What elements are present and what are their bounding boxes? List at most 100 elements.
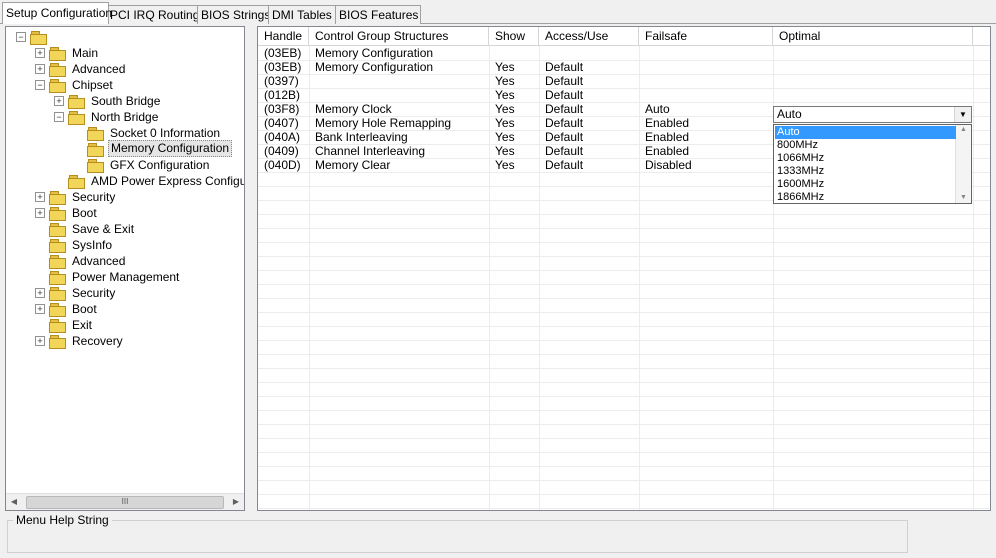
cell-optimal xyxy=(773,88,973,102)
expand-icon[interactable]: + xyxy=(35,48,45,58)
expand-icon[interactable]: + xyxy=(35,208,45,218)
folder-icon xyxy=(49,191,66,205)
col-show-header[interactable]: Show xyxy=(489,27,539,45)
cell-failsafe: Enabled xyxy=(645,130,690,144)
cell-structure xyxy=(309,74,489,88)
table-row[interactable]: (03EB) Memory Configuration xyxy=(258,46,990,61)
optimal-select-value: Auto xyxy=(777,107,802,121)
cell-failsafe: Auto xyxy=(645,102,670,116)
scroll-down-icon[interactable]: ▼ xyxy=(956,193,971,203)
dropdown-option[interactable]: 1600MHz xyxy=(775,178,956,191)
table-row[interactable] xyxy=(258,270,990,285)
cell-failsafe: Enabled xyxy=(645,116,690,130)
table-row[interactable] xyxy=(258,466,990,481)
cell-show xyxy=(489,46,539,60)
table-row[interactable]: (012B) Yes Default xyxy=(258,88,990,103)
cell-show: Yes xyxy=(495,116,515,130)
tree-node-label: Main xyxy=(72,46,99,60)
tab-bios-features[interactable]: BIOS Features xyxy=(335,5,421,24)
expand-icon[interactable]: + xyxy=(35,288,45,298)
collapse-icon[interactable]: − xyxy=(54,112,64,122)
tab-bios-strings[interactable]: BIOS Strings xyxy=(197,5,273,24)
col-optimal-header[interactable]: Optimal xyxy=(773,27,973,45)
tab-pci-irq-routing[interactable]: PCI IRQ Routing xyxy=(106,5,203,24)
table-row[interactable] xyxy=(258,424,990,439)
collapse-icon[interactable]: − xyxy=(35,80,45,90)
folder-icon xyxy=(68,95,85,109)
table-row[interactable] xyxy=(258,382,990,397)
optimal-select[interactable]: Auto ▼ xyxy=(773,106,972,123)
col-failsafe-header[interactable]: Failsafe xyxy=(639,27,773,45)
table-row[interactable] xyxy=(258,480,990,495)
cell-access: Default xyxy=(545,60,584,74)
table-row[interactable] xyxy=(258,298,990,313)
tree-node-label: Boot xyxy=(72,206,97,220)
table-row[interactable] xyxy=(258,242,990,257)
cell-structure: Memory Configuration xyxy=(315,46,434,60)
expand-icon[interactable]: + xyxy=(35,336,45,346)
tree-node-label: SysInfo xyxy=(72,238,113,252)
table-row[interactable]: (0397) Yes Default xyxy=(258,74,990,89)
col-structures-header[interactable]: Control Group Structures xyxy=(309,27,489,45)
table-row[interactable] xyxy=(258,340,990,355)
cell-access xyxy=(539,46,639,60)
tab-strip: Setup Configuration PCI IRQ Routing BIOS… xyxy=(0,0,996,24)
expand-icon[interactable]: + xyxy=(35,304,45,314)
table-row[interactable]: (03EB) Memory Configuration Yes Default xyxy=(258,60,990,75)
table-row[interactable] xyxy=(258,214,990,229)
chevron-down-icon[interactable]: ▼ xyxy=(954,107,971,122)
cell-show: Yes xyxy=(495,144,515,158)
table-row[interactable] xyxy=(258,284,990,299)
table-row[interactable] xyxy=(258,438,990,453)
scroll-thumb[interactable]: III xyxy=(26,496,224,509)
tab-dmi-tables[interactable]: DMI Tables xyxy=(268,5,340,24)
cell-access: Default xyxy=(545,158,584,172)
expand-icon[interactable]: + xyxy=(54,96,64,106)
table-row[interactable] xyxy=(258,312,990,327)
table-row[interactable] xyxy=(258,326,990,341)
cell-failsafe xyxy=(639,74,773,88)
tree-node-label: GFX Configuration xyxy=(110,158,210,172)
setup-tree[interactable]: − + Main + Advanced − Chipset + South Bridge − Nor… xyxy=(5,26,245,511)
tab-setup-configuration[interactable]: Setup Configuration xyxy=(2,2,112,24)
table-row[interactable] xyxy=(258,228,990,243)
dropdown-option[interactable]: 1333MHz xyxy=(775,165,956,178)
folder-icon xyxy=(68,175,85,189)
dropdown-scrollbar[interactable]: ▲ ▼ xyxy=(955,125,971,203)
table-row[interactable] xyxy=(258,256,990,271)
table-row[interactable] xyxy=(258,452,990,467)
folder-icon xyxy=(49,223,66,237)
scroll-up-icon[interactable]: ▲ xyxy=(956,125,971,135)
cell-show: Yes xyxy=(495,74,515,88)
dropdown-option[interactable]: 1866MHz xyxy=(775,191,956,203)
expand-icon[interactable]: + xyxy=(35,64,45,74)
collapse-icon[interactable]: − xyxy=(16,32,26,42)
col-handle-header[interactable]: Handle xyxy=(258,27,309,45)
tree-horizontal-scrollbar[interactable]: ◀ III ▶ xyxy=(6,493,244,510)
scroll-right-icon[interactable]: ▶ xyxy=(228,494,244,510)
table-row[interactable] xyxy=(258,494,990,509)
folder-icon xyxy=(49,335,66,349)
dropdown-option[interactable]: 800MHz xyxy=(775,139,956,152)
tree-content: − + Main + Advanced − Chipset + South Bridge − Nor… xyxy=(6,27,244,493)
table-row[interactable] xyxy=(258,396,990,411)
folder-icon xyxy=(87,143,104,157)
folder-icon xyxy=(49,255,66,269)
dropdown-option[interactable]: Auto xyxy=(775,126,956,139)
scroll-left-icon[interactable]: ◀ xyxy=(6,494,22,510)
cell-optimal xyxy=(773,74,973,88)
table-row[interactable] xyxy=(258,410,990,425)
cell-handle: (0409) xyxy=(264,144,299,158)
expand-icon[interactable]: + xyxy=(35,192,45,202)
folder-icon xyxy=(49,287,66,301)
table-row[interactable] xyxy=(258,368,990,383)
cell-access: Default xyxy=(545,74,584,88)
dropdown-option[interactable]: 1066MHz xyxy=(775,152,956,165)
table-row[interactable] xyxy=(258,354,990,369)
optimal-dropdown-list[interactable]: ▲ ▼ Auto 800MHz 1066MHz 1333MHz 1600MHz 1866M… xyxy=(773,124,972,204)
control-grid: Handle Control Group Structures Show Acc… xyxy=(257,26,991,511)
cell-handle: (0407) xyxy=(264,116,299,130)
tree-node-label: Advanced xyxy=(72,254,126,268)
cell-handle: (0397) xyxy=(264,74,299,88)
col-access-header[interactable]: Access/Use xyxy=(539,27,639,45)
